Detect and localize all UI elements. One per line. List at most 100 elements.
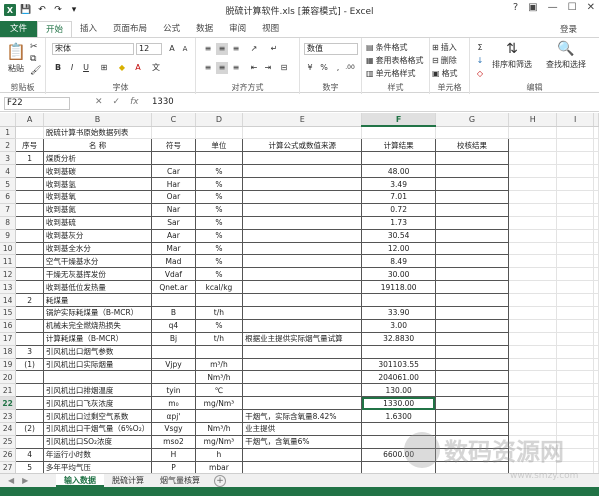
align-right-icon[interactable]: ≡ bbox=[230, 62, 242, 74]
cell-b[interactable]: 煤质分析 bbox=[42, 151, 153, 166]
cell-empty[interactable] bbox=[593, 293, 599, 307]
cell-empty[interactable] bbox=[593, 267, 599, 282]
cell-b[interactable]: 引风机出口过剩空气系数 bbox=[42, 409, 153, 423]
cell-c[interactable] bbox=[151, 370, 196, 385]
cell-empty[interactable] bbox=[508, 177, 558, 191]
cell-e[interactable] bbox=[242, 254, 363, 269]
cell-g[interactable] bbox=[434, 293, 510, 307]
cell-empty[interactable] bbox=[508, 345, 558, 359]
phonetic-icon[interactable]: 文 bbox=[150, 62, 162, 74]
cell-empty[interactable] bbox=[508, 151, 558, 166]
cell-empty[interactable] bbox=[556, 319, 594, 333]
cell-c[interactable]: Vsgy bbox=[151, 421, 196, 436]
row-header[interactable]: 25 bbox=[0, 435, 17, 449]
cell-f[interactable]: 7.01 bbox=[361, 189, 436, 204]
cell-empty[interactable] bbox=[593, 229, 599, 243]
cell-d[interactable]: Nm³/h bbox=[194, 421, 244, 436]
cell-e[interactable]: 业主提供 bbox=[242, 421, 363, 436]
cell-e[interactable]: 干烟气，含氧量6% bbox=[242, 434, 363, 449]
cell-a[interactable] bbox=[15, 409, 44, 423]
cell-empty[interactable] bbox=[556, 422, 594, 436]
cell-empty[interactable] bbox=[508, 138, 558, 153]
cell-empty[interactable] bbox=[556, 358, 594, 372]
cell-empty[interactable] bbox=[593, 203, 599, 217]
top-align-icon[interactable]: ≡ bbox=[202, 43, 214, 55]
row-header[interactable]: 11 bbox=[0, 254, 17, 269]
conditional-format-button[interactable]: ▤ 条件格式 bbox=[366, 42, 408, 53]
save-icon[interactable]: 💾 bbox=[20, 4, 32, 16]
add-sheet-icon[interactable]: + bbox=[214, 474, 226, 487]
cell-d[interactable]: mbar bbox=[194, 460, 244, 473]
cell-b[interactable]: 引风机出口实际烟量 bbox=[42, 357, 153, 372]
cell-empty[interactable] bbox=[508, 203, 558, 217]
cell-empty[interactable] bbox=[556, 345, 594, 359]
cell-empty[interactable] bbox=[593, 383, 599, 398]
cell-c[interactable]: m₀ bbox=[151, 396, 196, 411]
font-color-icon[interactable]: A bbox=[132, 62, 144, 74]
cell-e[interactable] bbox=[242, 280, 363, 295]
cell-g[interactable] bbox=[434, 177, 510, 191]
cell-empty[interactable] bbox=[593, 370, 599, 385]
row-header[interactable]: 4 bbox=[0, 164, 17, 179]
cell-g[interactable] bbox=[434, 215, 510, 230]
cell-empty[interactable] bbox=[556, 151, 594, 166]
cell-e[interactable] bbox=[242, 293, 363, 307]
cell-empty[interactable] bbox=[508, 448, 558, 462]
cell-empty[interactable] bbox=[556, 229, 594, 243]
cell-empty[interactable] bbox=[508, 280, 558, 295]
cell-f[interactable]: 12.00 bbox=[361, 241, 436, 256]
autosum-icon[interactable]: Σ bbox=[474, 42, 486, 54]
cell-d[interactable]: % bbox=[194, 267, 244, 282]
row-header[interactable]: 27 bbox=[0, 461, 17, 473]
cell-a[interactable]: 3 bbox=[15, 344, 44, 359]
cell-a[interactable] bbox=[15, 331, 44, 346]
cell-d[interactable]: h bbox=[194, 447, 244, 462]
cell-b[interactable]: 引风机出口SO₂浓度 bbox=[42, 434, 153, 449]
cell-empty[interactable] bbox=[556, 177, 594, 191]
cell-g[interactable] bbox=[434, 189, 510, 204]
column-header-b[interactable]: B bbox=[43, 113, 153, 127]
tab-insert[interactable]: 插入 bbox=[72, 21, 105, 37]
cell-e[interactable] bbox=[242, 344, 363, 359]
cell-e[interactable] bbox=[242, 126, 363, 140]
currency-icon[interactable]: ¥ bbox=[304, 62, 316, 74]
cell-d[interactable] bbox=[194, 409, 244, 423]
row-header[interactable]: 5 bbox=[0, 177, 17, 191]
cell-c[interactable]: P bbox=[151, 460, 196, 473]
cell-e[interactable] bbox=[242, 164, 363, 179]
cell-c[interactable]: Mar bbox=[151, 241, 196, 256]
cell-a[interactable]: (1) bbox=[15, 357, 44, 372]
cell-empty[interactable] bbox=[593, 396, 599, 411]
cell-f[interactable]: 19118.00 bbox=[361, 280, 436, 295]
column-header-d[interactable]: D bbox=[195, 113, 244, 127]
cell-empty[interactable] bbox=[508, 216, 558, 230]
cell-d[interactable]: % bbox=[194, 228, 244, 243]
cell-b[interactable]: 耗煤量 bbox=[42, 293, 153, 307]
cell-d[interactable]: % bbox=[194, 202, 244, 217]
cell-e[interactable] bbox=[242, 460, 363, 473]
undo-icon[interactable]: ↶ bbox=[36, 4, 48, 16]
sheet-tab-input[interactable]: 输入数据 bbox=[56, 474, 104, 487]
cell-g[interactable] bbox=[434, 460, 510, 473]
select-all-corner[interactable] bbox=[0, 113, 17, 127]
cell-empty[interactable] bbox=[556, 332, 594, 346]
fill-icon[interactable]: ↓ bbox=[474, 55, 486, 67]
cell-g[interactable] bbox=[434, 421, 510, 436]
next-sheet-icon[interactable]: ▶ bbox=[22, 476, 28, 485]
cell-e[interactable] bbox=[242, 151, 363, 166]
row-header[interactable]: 10 bbox=[0, 242, 17, 256]
cell-f[interactable]: 301103.55 bbox=[361, 357, 436, 372]
tab-data[interactable]: 数据 bbox=[188, 21, 221, 37]
cell-empty[interactable] bbox=[556, 409, 594, 423]
column-header-e[interactable]: E bbox=[242, 113, 363, 127]
cell-empty[interactable] bbox=[593, 345, 599, 359]
cut-icon[interactable]: ✂ bbox=[30, 42, 38, 52]
cell-c[interactable] bbox=[151, 126, 196, 140]
cell-a[interactable] bbox=[15, 434, 44, 449]
row-header[interactable]: 1 bbox=[0, 126, 17, 140]
cell-g[interactable] bbox=[434, 151, 510, 166]
cell-b[interactable]: 收到基碳 bbox=[42, 164, 153, 179]
cell-c[interactable]: Bj bbox=[151, 331, 196, 346]
copy-icon[interactable]: ⧉ bbox=[30, 54, 36, 64]
cell-f[interactable]: 130.00 bbox=[361, 383, 436, 398]
